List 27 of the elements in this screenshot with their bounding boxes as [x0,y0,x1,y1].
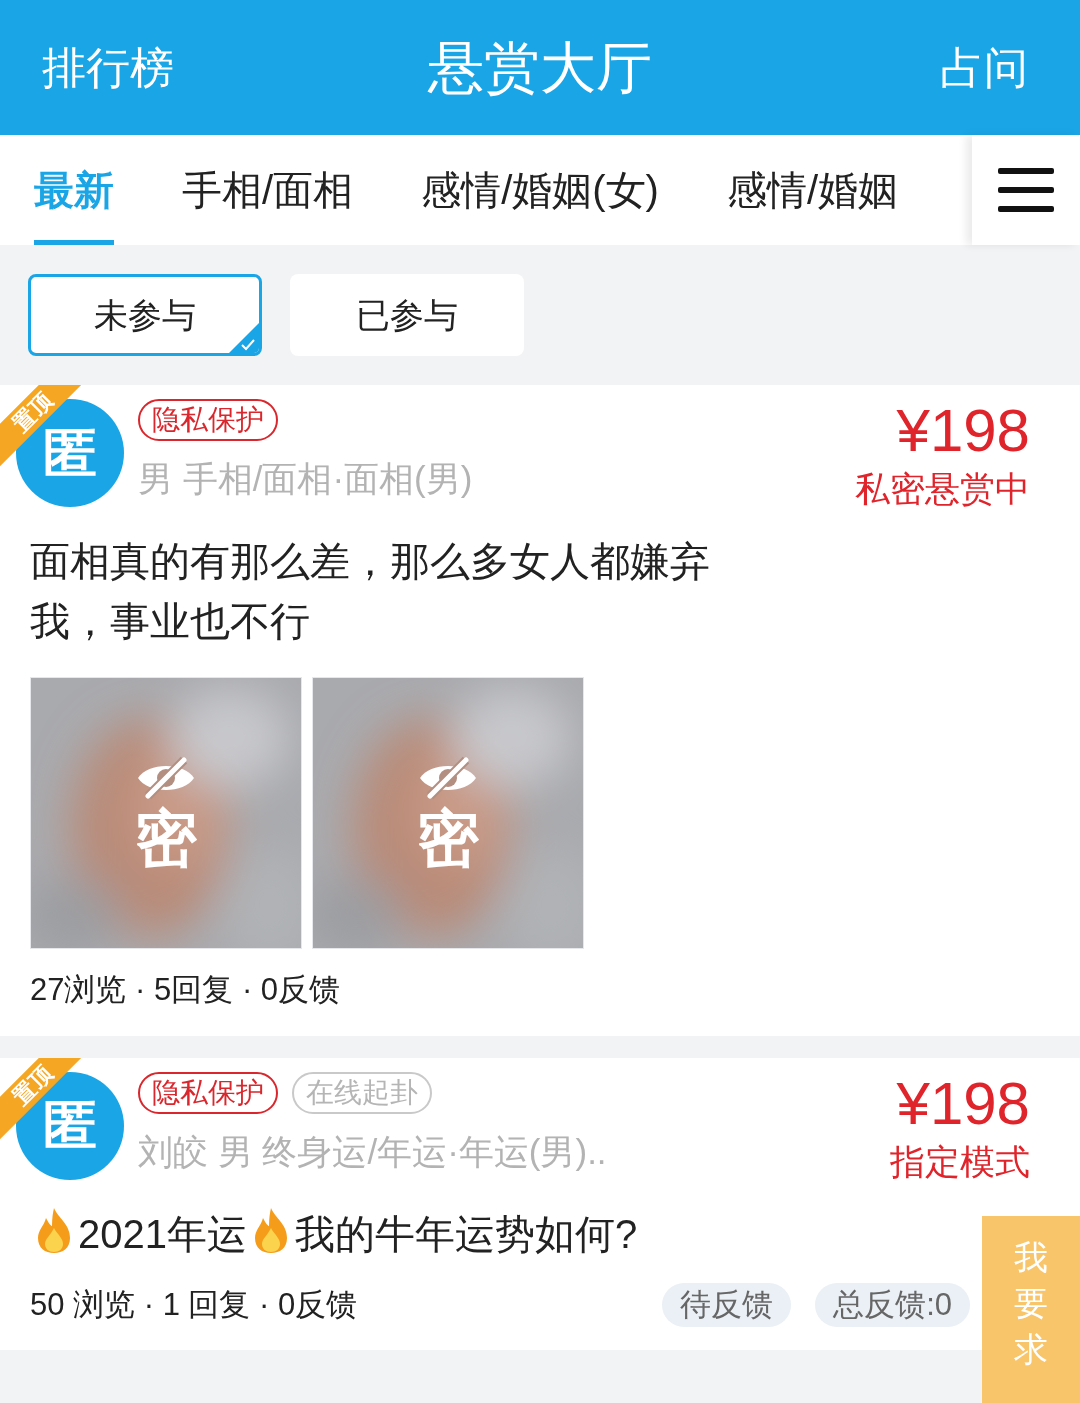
post-meta: 刘皎 男 终身运/年运·年运(男).. [138,1130,608,1173]
post-meta: 男 手相/面相·面相(男) [138,458,474,500]
filter-button[interactable]: 未参与 [28,274,262,356]
tag: 在线起卦 [292,1071,432,1114]
menu-icon [998,166,1054,214]
price: ¥198 [896,1068,1030,1139]
tag: 隐私保护 [138,1071,278,1114]
private-label: 密 [135,808,197,870]
check-icon [229,323,259,353]
category-tab[interactable]: 手相/面相 [182,135,354,245]
post-stats: 50 浏览 · 1 回复 · 0反馈 [30,1285,359,1324]
post-stats: 27浏览 · 5回复 · 0反馈 [30,971,342,1009]
page-title: 悬赏大厅 [428,34,652,101]
private-label: 密 [417,808,479,870]
menu-button[interactable] [972,135,1080,245]
reward-mode: 指定模式 [890,1140,1030,1183]
status-chip: 总反馈:0 [815,1282,970,1327]
category-tab[interactable]: 感情/婚姻 [726,135,898,245]
status-chip: 待反馈 [662,1282,792,1327]
tag: 隐私保护 [138,399,278,441]
filter-button[interactable]: 已参与 [290,274,524,356]
post-card[interactable]: 置顶 匿 隐私保护 男 手相/面相·面相(男) ¥198 私密悬赏中 面相真的有那么差，那么多女人都嫌弃我，事业也不行 密 密 27浏览 · 5回复 · 0反馈 [0,385,1080,1036]
price: ¥198 [896,396,1030,466]
reward-mode: 私密悬赏中 [855,468,1030,510]
category-tab[interactable]: 感情/婚姻(女) [421,135,659,245]
post-title[interactable]: 面相真的有那么差，那么多女人都嫌弃我，事业也不行 [30,531,770,651]
post-title[interactable]: 2021年运 我的牛年运势如何? [30,1203,770,1264]
